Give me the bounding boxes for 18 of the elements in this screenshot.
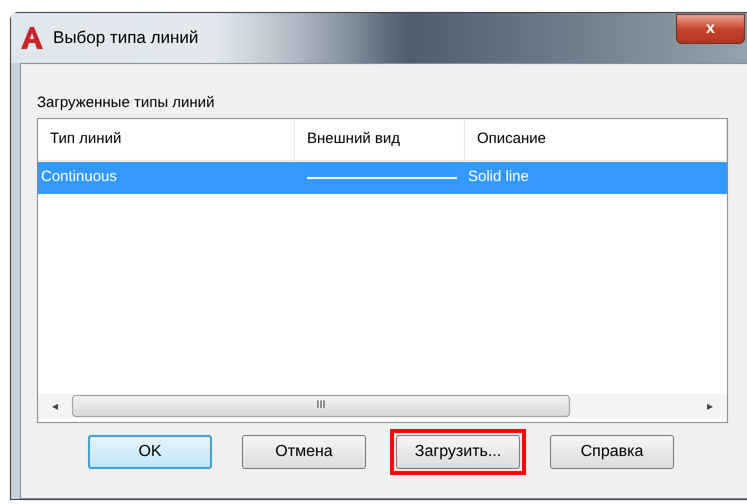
dialog-button[interactable]: Справка bbox=[550, 434, 674, 468]
horizontal-scrollbar[interactable]: ◂ III ▸ bbox=[38, 394, 727, 418]
app-logo-icon bbox=[19, 26, 45, 50]
column-header[interactable]: Описание bbox=[465, 118, 727, 160]
window-title: Выбор типа линий bbox=[53, 27, 198, 50]
solid-line-preview-icon bbox=[307, 176, 457, 178]
column-header[interactable]: Тип линий bbox=[38, 118, 295, 160]
close-button[interactable]: x bbox=[676, 14, 745, 44]
dialog-button[interactable]: Отмена bbox=[242, 434, 366, 468]
column-header[interactable]: Внешний вид bbox=[295, 118, 465, 160]
scroll-right-arrow[interactable]: ▸ bbox=[693, 396, 727, 414]
scrollbar-thumb[interactable]: III bbox=[72, 394, 570, 416]
scroll-left-arrow[interactable]: ◂ bbox=[38, 396, 72, 414]
list-label: Загруженные типы линий bbox=[37, 93, 216, 113]
table-cell-text: Solid line bbox=[467, 167, 530, 188]
table-cell-text: Continuous bbox=[40, 167, 118, 188]
dialog-button[interactable]: Загрузить... bbox=[396, 434, 520, 468]
dialog-button[interactable]: OK bbox=[88, 434, 212, 468]
